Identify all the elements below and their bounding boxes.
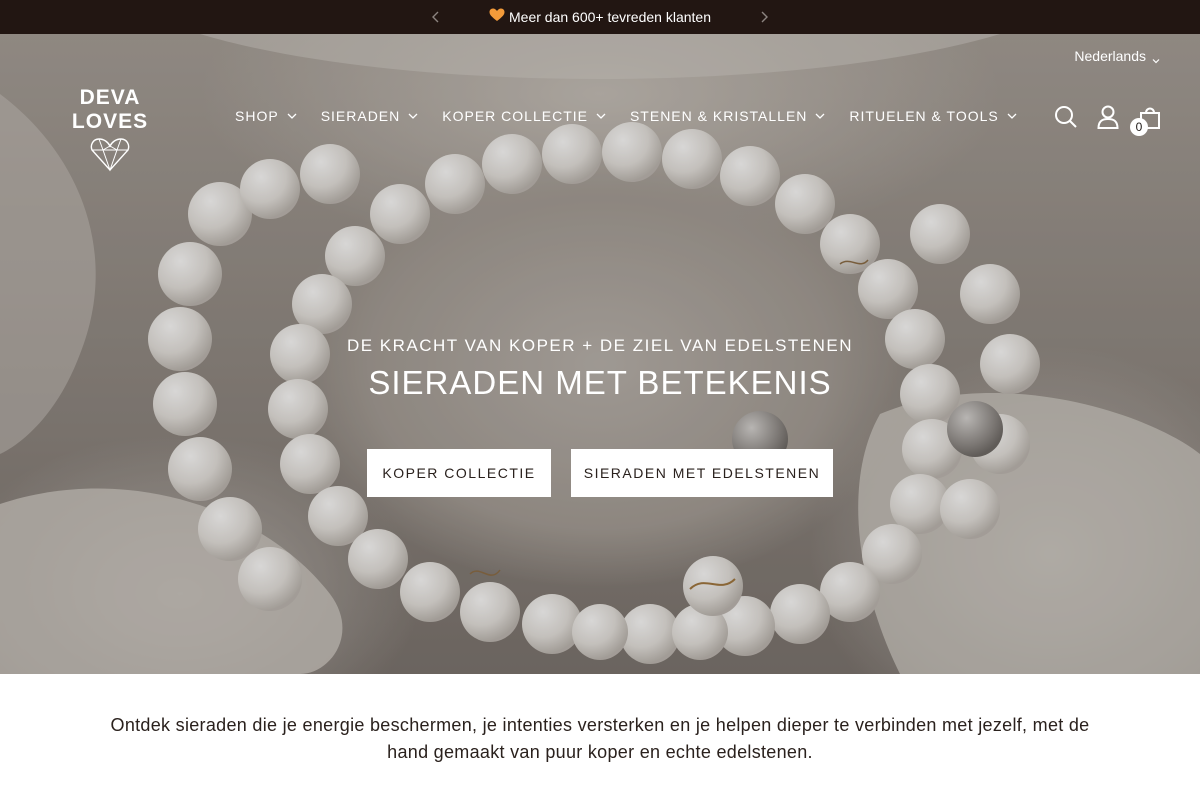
main-navigation: SHOP SIERADEN KOPER COLLECTIE STENEN & K…: [235, 108, 1017, 124]
hero-subtitle: DE KRACHT VAN KOPER + DE ZIEL VAN EDELST…: [346, 336, 854, 355]
chevron-left-icon[interactable]: [428, 9, 444, 25]
chevron-down-icon: [1152, 52, 1160, 64]
cart-count-badge: 0: [1130, 118, 1148, 136]
nav-item-shop[interactable]: SHOP: [235, 108, 297, 124]
nav-item-label: SHOP: [235, 108, 279, 124]
nav-item-sieraden[interactable]: SIERADEN: [321, 108, 419, 124]
nav-item-label: RITUELEN & TOOLS: [849, 108, 999, 124]
chevron-down-icon: [1007, 113, 1017, 119]
nav-item-label: KOPER COLLECTIE: [442, 108, 588, 124]
announcement-bar: Meer dan 600+ tevreden klanten: [0, 0, 1200, 34]
hero-banner: Nederlands DEVA LOVES SHOP SIERADEN KOPE…: [0, 34, 1200, 674]
nav-item-koper-collectie[interactable]: KOPER COLLECTIE: [442, 108, 606, 124]
hero-buttons: KOPER COLLECTIE SIERADEN MET EDELSTENEN: [367, 449, 833, 497]
nav-item-label: SIERADEN: [320, 108, 401, 124]
intro-text: Ontdek sieraden die je energie bescherme…: [110, 715, 1090, 762]
logo-text: DEVA LOVES: [71, 86, 149, 133]
account-icon[interactable]: [1096, 104, 1120, 130]
nav-item-rituelen-tools[interactable]: RITUELEN & TOOLS: [849, 108, 1017, 124]
chevron-down-icon: [815, 113, 825, 119]
chevron-down-icon: [408, 113, 418, 119]
sieraden-met-edelstenen-button[interactable]: SIERADEN MET EDELSTENEN: [571, 449, 833, 497]
chevron-down-icon: [287, 113, 297, 119]
announcement-text: Meer dan 600+ tevreden klanten: [509, 9, 711, 25]
hero-title: SIERADEN MET BETEKENIS: [368, 364, 832, 401]
search-icon[interactable]: [1054, 104, 1078, 130]
chevron-right-icon[interactable]: [756, 9, 772, 25]
nav-item-label: STENEN & KRISTALLEN: [629, 108, 808, 124]
crystal-heart-icon: [90, 138, 130, 172]
header-actions: 0: [1054, 104, 1162, 136]
language-selector[interactable]: Nederlands: [1074, 48, 1160, 64]
koper-collectie-button[interactable]: KOPER COLLECTIE: [367, 449, 551, 497]
language-label: Nederlands: [1074, 48, 1146, 64]
orange-heart-icon: [489, 8, 505, 26]
cart-icon[interactable]: 0: [1130, 104, 1162, 136]
site-logo[interactable]: DEVA LOVES: [40, 86, 180, 172]
announcement-message: Meer dan 600+ tevreden klanten: [489, 8, 711, 26]
chevron-down-icon: [596, 113, 606, 119]
nav-item-stenen-kristallen[interactable]: STENEN & KRISTALLEN: [630, 108, 825, 124]
